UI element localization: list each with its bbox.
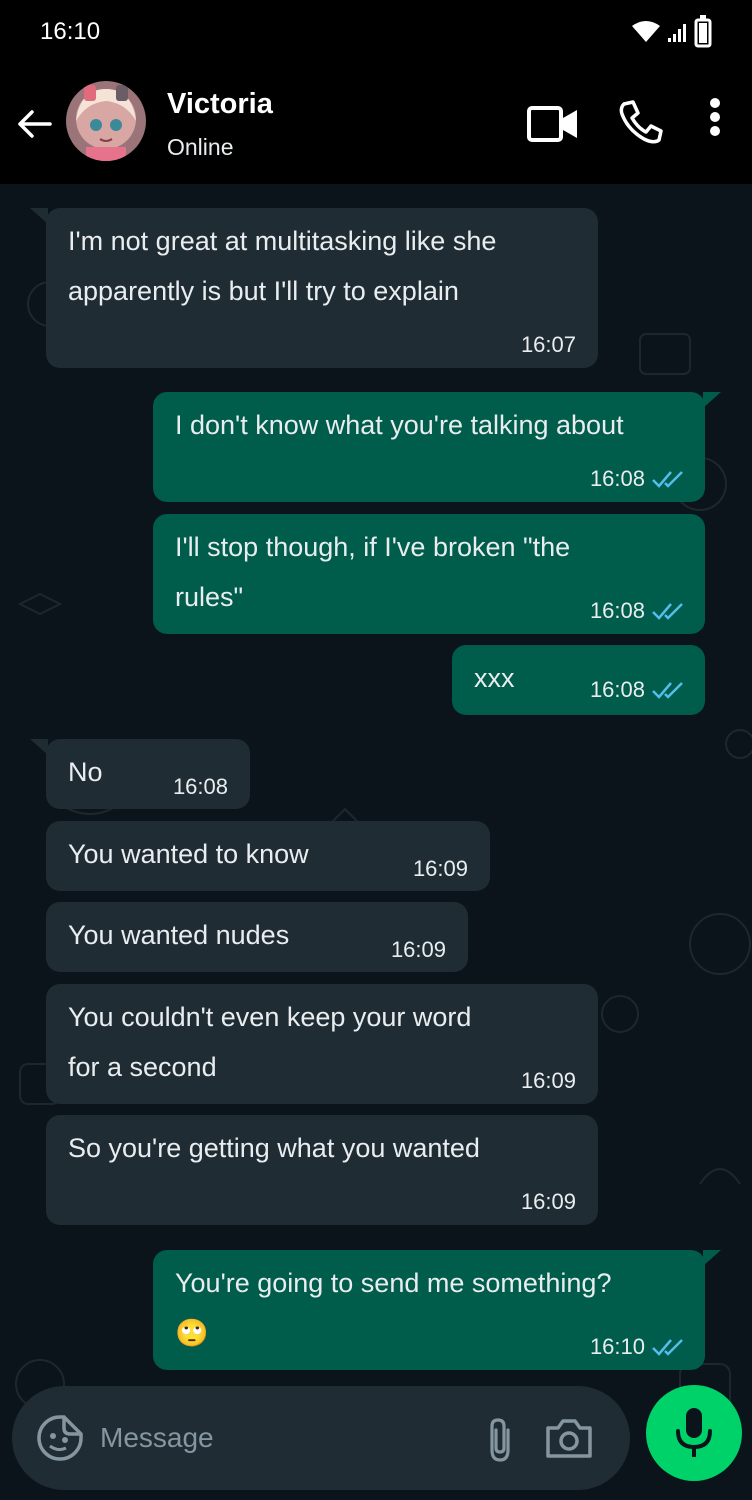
message-meta: 16:08 — [173, 774, 228, 800]
message-text: I don't know what you're talking about — [175, 410, 624, 440]
read-receipt-icon — [652, 682, 683, 699]
message-bubble-outgoing[interactable]: I'll stop though, if I've broken "the ru… — [153, 514, 705, 634]
message-bubble-incoming[interactable]: I'm not great at multitasking like she a… — [30, 208, 598, 368]
contact-name[interactable]: Victoria — [167, 88, 273, 121]
avatar[interactable] — [66, 81, 146, 161]
message-text: So you're getting what you wanted — [68, 1133, 480, 1163]
camera-icon[interactable] — [544, 1416, 594, 1465]
message-time: 16:07 — [520, 332, 576, 357]
message-bubble-incoming[interactable]: You couldn't even keep your word for a s… — [46, 984, 598, 1104]
message-bubble-outgoing[interactable]: xxx 16:08 — [452, 645, 705, 715]
message-time: 16:08 — [589, 466, 645, 491]
voice-message-button[interactable] — [646, 1385, 742, 1481]
attach-icon[interactable] — [482, 1416, 518, 1469]
sticker-icon[interactable] — [36, 1414, 84, 1467]
message-meta: 16:08 — [590, 466, 685, 492]
message-time: 16:08 — [589, 598, 645, 623]
back-arrow-icon[interactable] — [14, 104, 54, 149]
message-composer[interactable]: Message — [12, 1386, 630, 1490]
message-bubble-incoming[interactable]: You wanted nudes 16:09 — [46, 902, 468, 972]
message-meta: 16:08 — [590, 677, 685, 703]
message-input[interactable]: Message — [100, 1422, 214, 1454]
message-meta: 16:09 — [391, 937, 446, 963]
message-meta: 16:09 — [521, 1068, 576, 1094]
status-time: 16:10 — [40, 18, 101, 45]
message-text: You couldn't even keep your word for a s… — [68, 1002, 472, 1082]
message-time: 16:09 — [390, 937, 446, 962]
message-meta: 16:09 — [521, 1189, 576, 1215]
message-time: 16:10 — [589, 1334, 645, 1359]
message-text: You wanted to know — [68, 839, 309, 869]
message-time: 16:09 — [412, 856, 468, 881]
more-options-icon[interactable] — [700, 96, 730, 147]
read-receipt-icon — [652, 603, 683, 620]
message-meta: 16:08 — [590, 598, 685, 624]
message-bubble-outgoing[interactable]: I don't know what you're talking about 1… — [153, 392, 721, 502]
status-icons — [628, 14, 718, 55]
wifi-signal-battery-icon — [632, 15, 712, 48]
bubble-tail — [30, 208, 48, 224]
phone-call-icon[interactable] — [616, 98, 664, 151]
microphone-icon — [676, 1408, 712, 1457]
message-bubble-incoming[interactable]: So you're getting what you wanted 16:09 — [46, 1115, 598, 1225]
contact-status: Online — [167, 134, 234, 160]
message-time: 16:08 — [172, 774, 228, 799]
bubble-tail — [703, 392, 721, 408]
bubble-tail — [30, 739, 48, 755]
message-bubble-incoming[interactable]: No 16:08 — [30, 739, 250, 809]
message-time: 16:09 — [520, 1189, 576, 1214]
message-text: I'm not great at multitasking like she a… — [68, 226, 497, 306]
message-meta: 16:07 — [521, 332, 576, 358]
message-meta: 16:10 — [590, 1334, 685, 1360]
message-text: You wanted nudes — [68, 920, 290, 950]
message-bubble-outgoing[interactable]: You're going to send me something? 🙄 16:… — [153, 1250, 721, 1370]
message-list[interactable]: I'm not great at multitasking like she a… — [0, 184, 752, 1500]
status-bar: 16:10 — [0, 0, 752, 64]
read-receipt-icon — [652, 1339, 683, 1356]
bubble-tail — [703, 1250, 721, 1266]
read-receipt-icon — [652, 471, 683, 488]
message-time: 16:09 — [520, 1068, 576, 1093]
message-meta: 16:09 — [413, 856, 468, 882]
chat-header: Victoria Online — [0, 64, 752, 184]
message-bubble-incoming[interactable]: You wanted to know 16:09 — [46, 821, 490, 891]
video-call-icon[interactable] — [526, 104, 580, 149]
message-time: 16:08 — [589, 677, 645, 702]
